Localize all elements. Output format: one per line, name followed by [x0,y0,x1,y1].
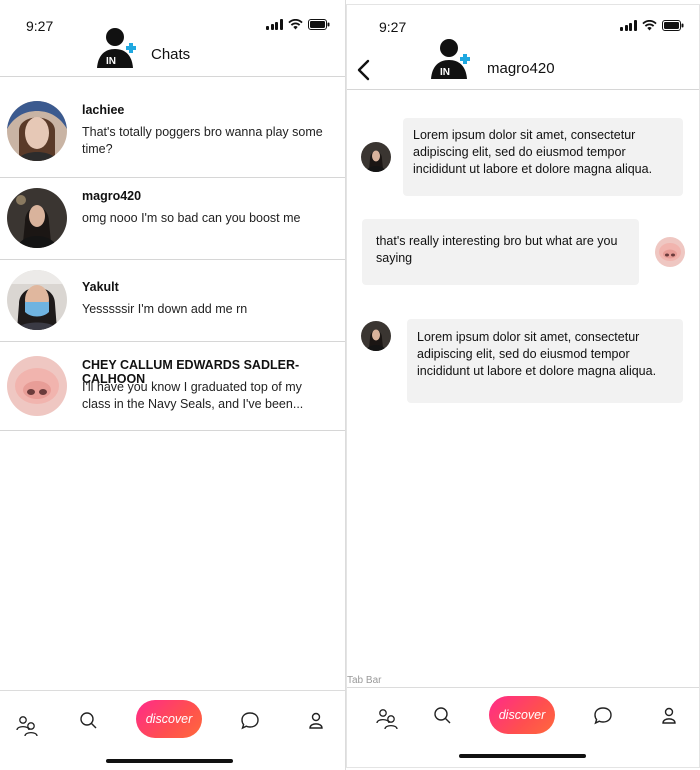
tab-bar-label: Tab Bar [347,675,382,686]
contact-avatar [361,321,391,351]
wifi-icon [287,19,303,30]
contact-name: magro420 [487,60,555,77]
status-time: 9:27 [26,18,54,34]
chat-contact-name: magro420 [82,189,142,203]
page-title: Chats [151,46,191,63]
profile-icon[interactable] [304,709,328,733]
avatar [7,188,67,248]
avatar [7,356,67,416]
signal-icon [266,19,283,30]
battery-icon [307,19,330,30]
battery-icon [661,20,684,31]
chat-icon[interactable] [591,704,615,728]
home-indicator [106,759,233,763]
incoming-message: Lorem ipsum dolor sit amet, consectetur … [403,118,683,196]
signal-icon [620,20,637,31]
app-logo: IN [95,26,139,75]
friends-icon[interactable] [15,713,39,737]
status-icons [266,19,330,30]
chat-list-item[interactable]: CHEY CALLUM EDWARDS SADLER-CALHOON I'll … [0,342,345,431]
incoming-message: Lorem ipsum dolor sit amet, consectetur … [407,319,683,403]
discover-button[interactable]: discover [136,700,202,738]
chat-contact-name: lachiee [82,103,125,117]
status-time: 9:27 [379,19,407,35]
wifi-icon [641,20,657,31]
tab-bar: discover [347,687,699,767]
avatar [7,270,67,330]
search-icon[interactable] [77,709,101,733]
chat-list-item[interactable]: magro420 omg nooo I'm so bad can you boo… [0,178,345,260]
contact-avatar [361,142,391,172]
chat-preview-text: omg nooo I'm so bad can you boost me [82,211,301,225]
chat-list-item[interactable]: lachiee That's totally poggers bro wanna… [0,77,345,178]
header-divider [347,89,699,90]
tab-bar: discover [0,690,345,770]
chat-preview-text: That's totally poggers bro wanna play so… [82,125,323,156]
back-button[interactable] [353,57,375,83]
friends-icon[interactable] [375,706,399,730]
outgoing-message: that's really interesting bro but what a… [362,219,639,285]
home-indicator [459,754,586,758]
chat-preview-text: Yesssssir I'm down add me rn [82,302,248,316]
status-icons [620,20,684,31]
chats-screen: 9:27 IN Chats lachiee That's totally pog… [0,0,345,770]
profile-icon[interactable] [657,704,681,728]
svg-text:IN: IN [440,67,450,78]
my-avatar [655,237,685,267]
avatar [7,101,67,161]
chat-preview-text: I'll have you know I graduated top of my… [82,380,304,411]
chat-contact-name: Yakult [82,280,119,294]
search-icon[interactable] [431,704,455,728]
svg-text:IN: IN [106,56,116,67]
chat-icon[interactable] [238,709,262,733]
app-logo: IN [429,37,473,86]
discover-button[interactable]: discover [489,696,555,734]
chat-list-item[interactable]: Yakult Yesssssir I'm down add me rn [0,260,345,342]
conversation-screen: 9:27 IN magro420 Lorem ipsum dolor sit a… [346,4,700,768]
